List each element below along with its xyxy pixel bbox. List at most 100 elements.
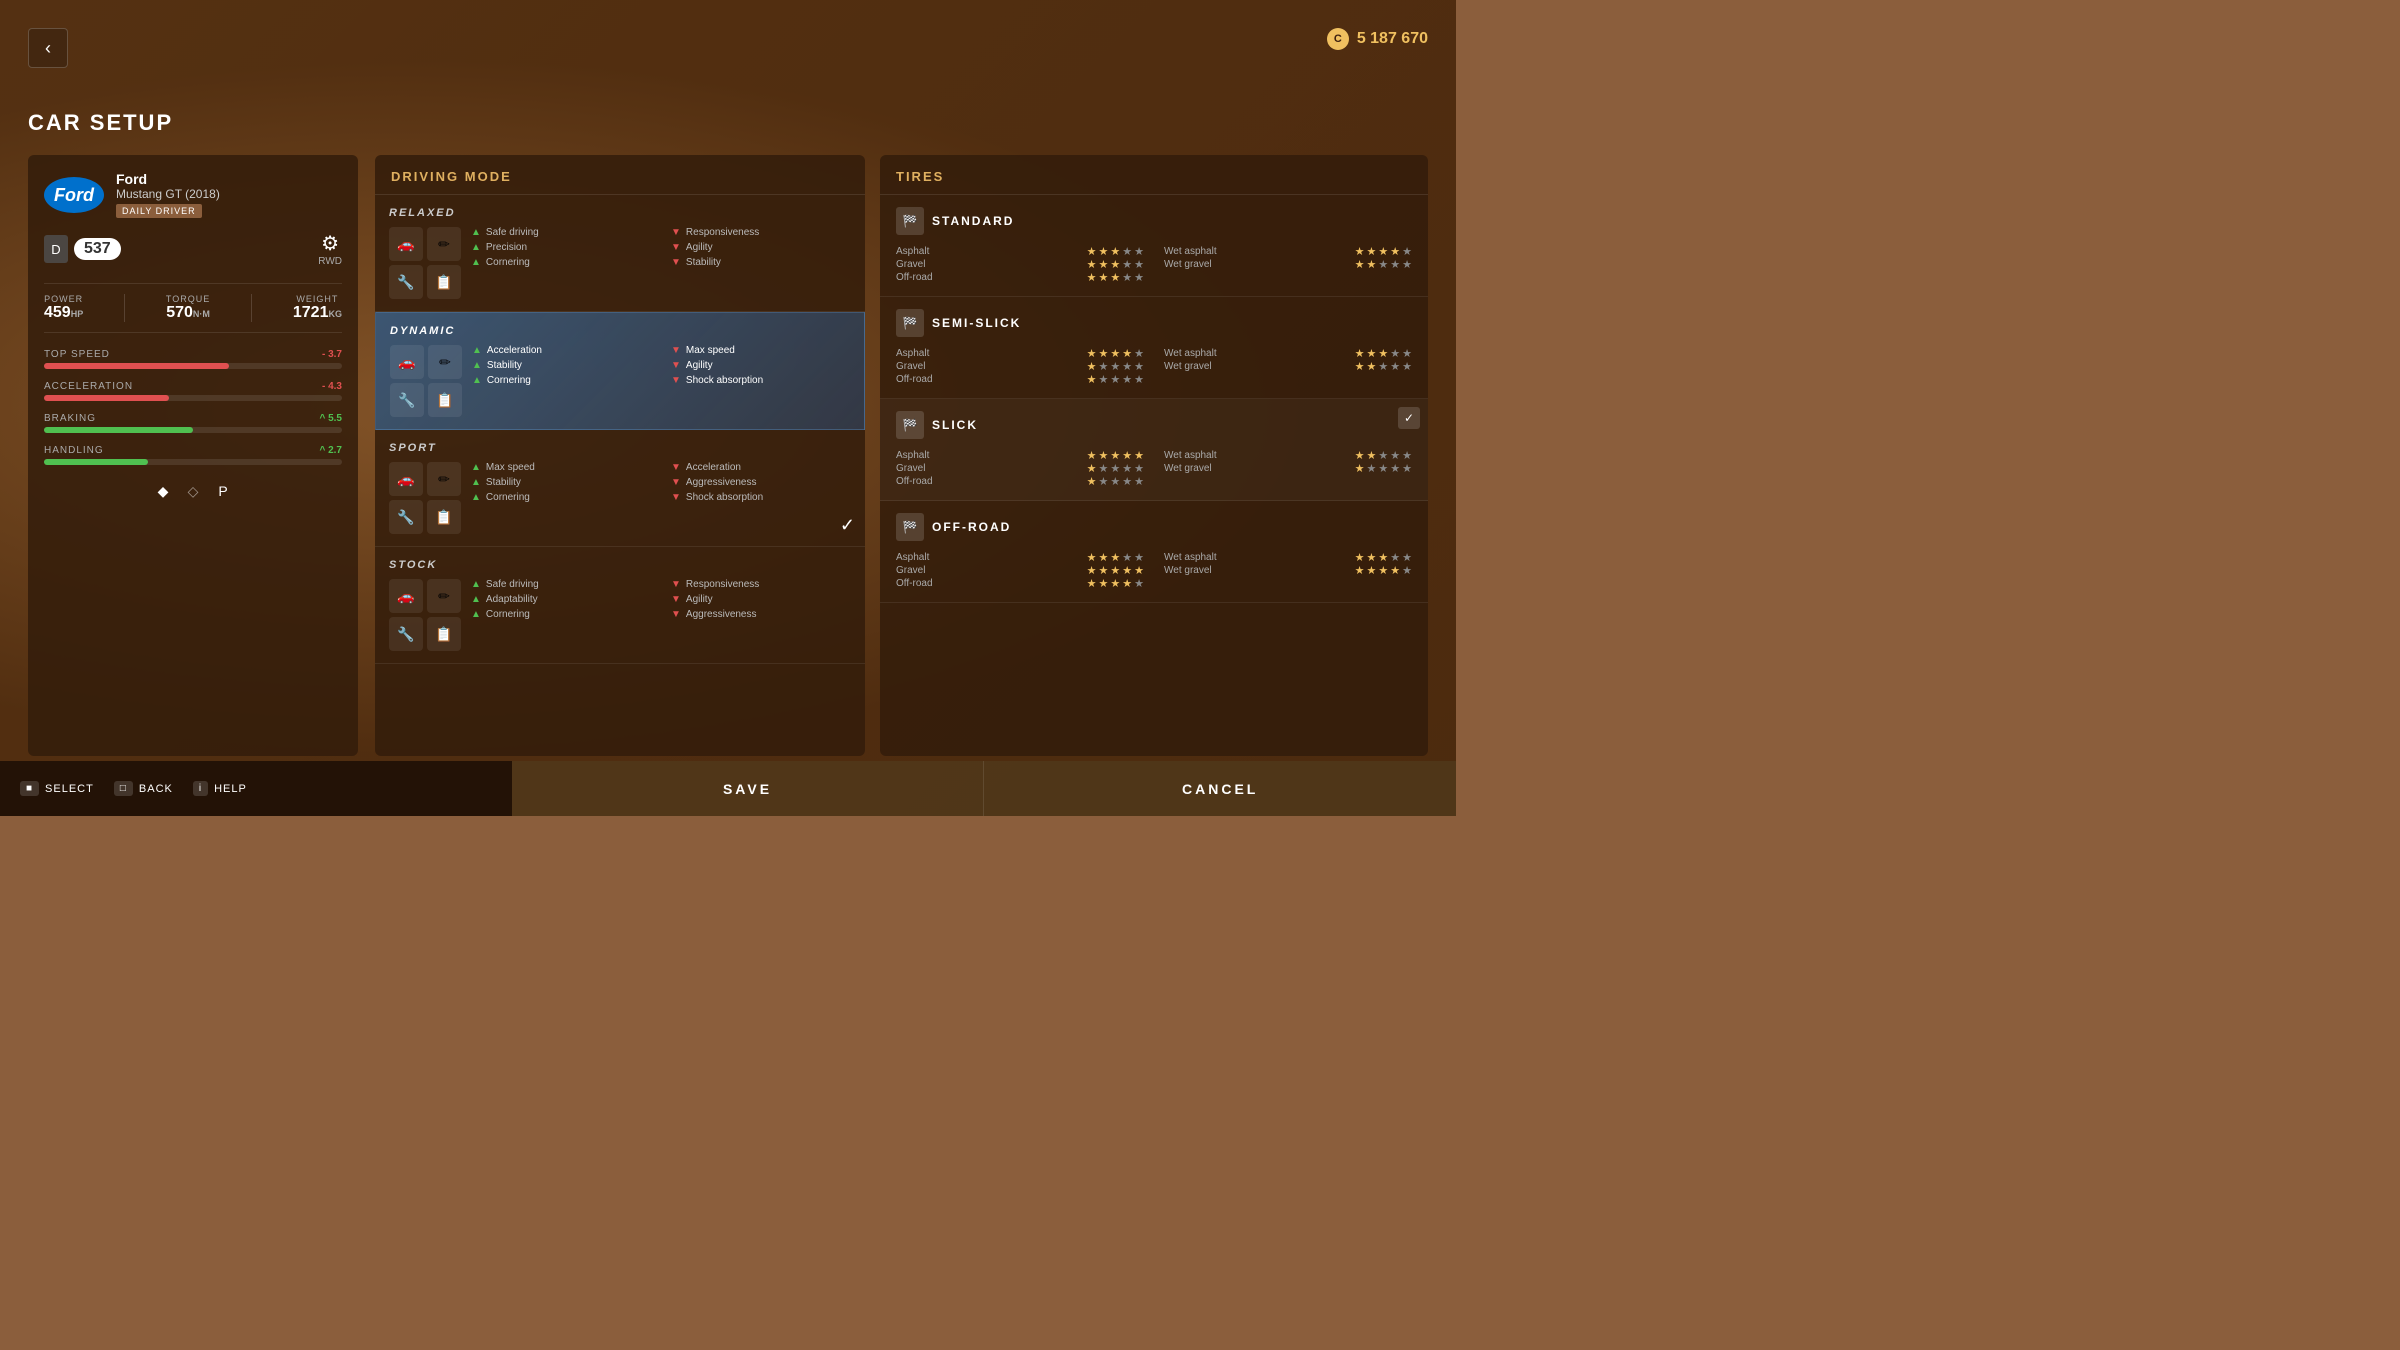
save-button[interactable]: SAVE xyxy=(512,761,985,816)
tire-stats-grid: Asphalt ★★★★★ Gravel ★★★★★ Off-road ★★★★… xyxy=(896,551,1412,590)
tire-stat-row: Asphalt ★★★★★ xyxy=(896,245,1144,258)
power-stat: POWER 459HP xyxy=(44,294,83,322)
rating-badge: D 537 xyxy=(44,235,121,263)
tires-container: 🏁 STANDARD Asphalt ★★★★★ Gravel ★★★★★ Of… xyxy=(880,195,1428,603)
star: ★ xyxy=(1099,258,1109,271)
mode-pro: ▲ Max speed xyxy=(471,462,651,473)
tire-card-slick[interactable]: 🏁 SLICK Asphalt ★★★★★ Gravel ★★★★★ Off-r… xyxy=(880,399,1428,501)
mode-icons: 🚗 ✏ 🔧 📋 xyxy=(389,227,461,299)
star: ★ xyxy=(1087,258,1097,271)
mode-cons-col: ▼ Responsiveness ▼ Agility ▼ Stability xyxy=(671,227,851,299)
mode-card-sport[interactable]: SPORT 🚗 ✏ 🔧 📋 ▲ Max speed ▲ Stability ▲ … xyxy=(375,430,865,547)
mode-icon-4: 📋 xyxy=(427,265,461,299)
tire-header: 🏁 SLICK xyxy=(896,411,1412,439)
up-arrow-icon: ▲ xyxy=(471,579,481,590)
tire-card-standard[interactable]: 🏁 STANDARD Asphalt ★★★★★ Gravel ★★★★★ Of… xyxy=(880,195,1428,297)
tires-panel[interactable]: TIRES 🏁 STANDARD Asphalt ★★★★★ Gravel ★★… xyxy=(880,155,1428,756)
mode-con: ▼ Max speed xyxy=(671,345,850,356)
perf-delta: ^ 2.7 xyxy=(319,445,342,456)
mode-con: ▼ Shock absorption xyxy=(671,375,850,386)
star: ★ xyxy=(1099,347,1109,360)
mode-pros-col: ▲ Acceleration ▲ Stability ▲ Cornering xyxy=(472,345,651,417)
mode-body: 🚗 ✏ 🔧 📋 ▲ Safe driving ▲ Precision ▲ Cor… xyxy=(389,227,851,299)
cancel-label: CANCEL xyxy=(1182,781,1258,797)
mode-icon-4: 📋 xyxy=(427,617,461,651)
tire-left-col: Asphalt ★★★★★ Gravel ★★★★★ Off-road ★★★★… xyxy=(896,551,1144,590)
mode-con: ▼ Agility xyxy=(671,360,850,371)
star-rating: ★★★★★ xyxy=(1355,462,1412,475)
star: ★ xyxy=(1110,564,1120,577)
tire-surface-label: Off-road xyxy=(896,272,951,283)
star: ★ xyxy=(1110,360,1120,373)
tire-surface-label: Wet asphalt xyxy=(1164,246,1219,257)
stats-row: POWER 459HP TORQUE 570N·M WEIGHT 1721KG xyxy=(44,283,342,333)
mode-con-text: Agility xyxy=(686,594,713,605)
mode-pro: ▲ Acceleration xyxy=(472,345,651,356)
cancel-button[interactable]: CANCEL xyxy=(984,761,1456,816)
mode-con-text: Aggressiveness xyxy=(686,477,757,488)
tire-card-offroad[interactable]: 🏁 OFF-ROAD Asphalt ★★★★★ Gravel ★★★★★ Of… xyxy=(880,501,1428,603)
mode-icons: 🚗 ✏ 🔧 📋 xyxy=(389,579,461,651)
back-button[interactable]: ‹ xyxy=(28,28,68,68)
tire-surface-label: Gravel xyxy=(896,565,951,576)
mode-card-stock[interactable]: STOCK 🚗 ✏ 🔧 📋 ▲ Safe driving ▲ Adaptabil… xyxy=(375,547,865,664)
currency-amount: 5 187 670 xyxy=(1357,30,1428,48)
tire-stat-row: Off-road ★★★★★ xyxy=(896,271,1144,284)
star: ★ xyxy=(1087,373,1097,386)
tire-stat-row: Gravel ★★★★★ xyxy=(896,462,1144,475)
tire-stat-row: Wet asphalt ★★★★★ xyxy=(1164,347,1412,360)
weight-label: WEIGHT xyxy=(293,294,342,304)
star: ★ xyxy=(1087,245,1097,258)
star: ★ xyxy=(1087,462,1097,475)
perf-bar-bg xyxy=(44,459,342,465)
star: ★ xyxy=(1378,462,1388,475)
car-brand: Ford xyxy=(116,171,220,187)
star-rating: ★★★★★ xyxy=(1355,347,1412,360)
tire-stat-row: Gravel ★★★★★ xyxy=(896,360,1144,373)
star: ★ xyxy=(1099,449,1109,462)
currency-icon: C xyxy=(1327,28,1349,50)
icon-diamond-outline[interactable]: ◇ xyxy=(183,481,203,501)
star-rating: ★★★★★ xyxy=(1087,360,1144,373)
tire-left-col: Asphalt ★★★★★ Gravel ★★★★★ Off-road ★★★★… xyxy=(896,449,1144,488)
mode-con: ▼ Aggressiveness xyxy=(671,609,851,620)
mode-pro-text: Adaptability xyxy=(486,594,538,605)
up-arrow-icon: ▲ xyxy=(472,345,482,356)
mode-con-text: Acceleration xyxy=(686,462,741,473)
tire-icon: 🏁 xyxy=(896,411,924,439)
icon-p-button[interactable]: P xyxy=(213,481,233,501)
mode-icon-2: ✏ xyxy=(428,345,462,379)
perf-bar-fill xyxy=(44,395,169,401)
tire-right-col: Wet asphalt ★★★★★ Wet gravel ★★★★★ xyxy=(1164,551,1412,590)
down-arrow-icon: ▼ xyxy=(671,462,681,473)
up-arrow-icon: ▲ xyxy=(471,594,481,605)
star: ★ xyxy=(1110,475,1120,488)
tire-stat-row: Gravel ★★★★★ xyxy=(896,564,1144,577)
perf-bar-bg xyxy=(44,427,342,433)
mode-card-dynamic[interactable]: DYNAMIC 🚗 ✏ 🔧 📋 ▲ Acceleration ▲ Stabili… xyxy=(375,312,865,430)
up-arrow-icon: ▲ xyxy=(471,257,481,268)
star: ★ xyxy=(1087,449,1097,462)
up-arrow-icon: ▲ xyxy=(471,477,481,488)
star: ★ xyxy=(1402,449,1412,462)
down-arrow-icon: ▼ xyxy=(671,609,681,620)
tire-stats-grid: Asphalt ★★★★★ Gravel ★★★★★ Off-road ★★★★… xyxy=(896,449,1412,488)
tire-surface-label: Off-road xyxy=(896,374,951,385)
mode-pro: ▲ Cornering xyxy=(471,492,651,503)
mode-pro: ▲ Cornering xyxy=(471,257,651,268)
star-rating: ★★★★★ xyxy=(1087,271,1144,284)
mode-card-relaxed[interactable]: RELAXED 🚗 ✏ 🔧 📋 ▲ Safe driving ▲ Precisi… xyxy=(375,195,865,312)
star: ★ xyxy=(1402,462,1412,475)
star: ★ xyxy=(1367,449,1377,462)
up-arrow-icon: ▲ xyxy=(471,492,481,503)
tire-surface-label: Off-road xyxy=(896,578,951,589)
star: ★ xyxy=(1402,347,1412,360)
tire-card-semislick[interactable]: 🏁 SEMI-SLICK Asphalt ★★★★★ Gravel ★★★★★ … xyxy=(880,297,1428,399)
mode-con-text: Agility xyxy=(686,360,713,371)
star: ★ xyxy=(1110,347,1120,360)
torque-stat: TORQUE 570N·M xyxy=(166,294,210,322)
select-key: ■ xyxy=(20,781,39,796)
icon-diamond-filled[interactable]: ◆ xyxy=(153,481,173,501)
modes-container[interactable]: RELAXED 🚗 ✏ 🔧 📋 ▲ Safe driving ▲ Precisi… xyxy=(375,195,865,751)
perf-row-braking: BRAKING ^ 5.5 xyxy=(44,413,342,433)
